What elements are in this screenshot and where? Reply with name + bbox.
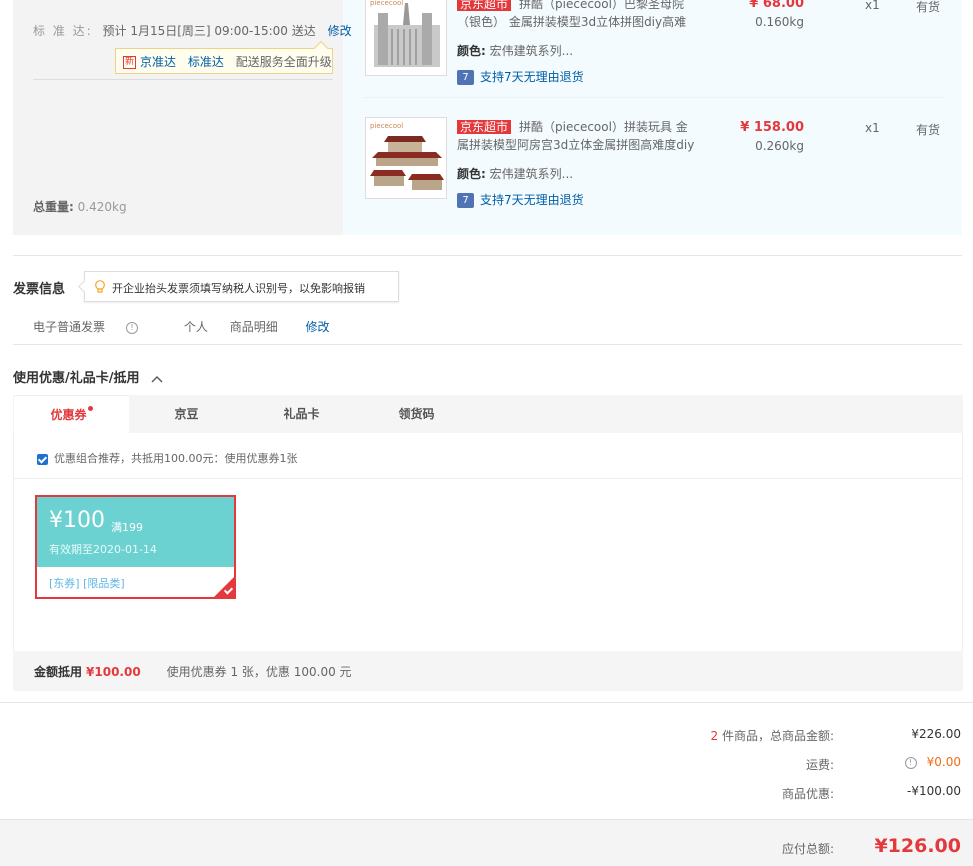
invoice-row: 电子普通发票! 个人 商品明细 修改 [33, 318, 348, 335]
product-qty: x1 [865, 0, 880, 12]
info-icon[interactable]: ! [904, 756, 917, 769]
goods-count-suffix: 件商品，总商品金额: [721, 729, 834, 743]
delivery-upgrade-tip: 新京准达 标准达 配送服务全面升级 [115, 40, 333, 74]
coupon-condition: 满199 [111, 521, 143, 534]
product-stock: 有货 [916, 0, 941, 14]
jzd-link[interactable]: 京准达 [140, 55, 176, 69]
product-image-epang-palace[interactable]: piececool [365, 117, 447, 199]
tab-jingdou[interactable]: 京豆 [129, 395, 244, 433]
coupon-tags: [东券] [限品类] [49, 577, 125, 590]
invoice-type: 电子普通发票! [33, 320, 156, 334]
return-policy[interactable]: 7 支持7天无理由退货 [457, 191, 584, 208]
tab-pickup-code[interactable]: 领货码 [359, 395, 474, 433]
product-title[interactable]: 京东超市 拼酷（piececool）巴黎圣母院（银色） 金属拼装模型3d立体拼图d… [457, 0, 697, 31]
lightbulb-icon [95, 280, 105, 293]
divider [33, 79, 333, 80]
recommend-text: 优惠组合推荐，共抵用100.00元：使用优惠券1张 [54, 452, 298, 465]
weight-value: 0.420kg [77, 200, 127, 214]
invoice-title: 发票信息 [13, 282, 66, 297]
footer-amount: ¥100.00 [86, 665, 141, 679]
invoice-modify-link[interactable]: 修改 [306, 320, 330, 334]
tab-label: 礼品卡 [283, 407, 320, 421]
recommend-checkbox[interactable] [37, 453, 48, 465]
invoice-tip-text: 开企业抬头发票须填写纳税人识别号，以免影响报销 [112, 282, 365, 295]
invoice-type-text: 电子普通发票 [33, 320, 106, 334]
shipping-row: 标 准 达: 预计 1月15日[周三] 09:00-15:00 送达 修改 [33, 22, 352, 39]
attr-label: 颜色: [457, 44, 486, 58]
product-image-notre-dame[interactable]: piececool [365, 0, 447, 76]
weight-label: 总重量: [33, 200, 74, 214]
coupon-card[interactable]: ¥100 满199 有效期至2020-01-14 [东券] [限品类] [35, 495, 236, 599]
divider [0, 702, 973, 703]
product-stock: 有货 [916, 123, 941, 137]
tab-gift-card[interactable]: 礼品卡 [244, 395, 359, 433]
divider [13, 255, 962, 256]
freight-label: 运费: [805, 758, 834, 772]
invoice-holder: 个人 [183, 320, 208, 334]
coupon-amount: ¥100 [49, 508, 105, 533]
coupon-card-header: ¥100 满199 有效期至2020-01-14 [37, 497, 234, 567]
product-attr: 颜色: 宏伟建筑系列... [457, 165, 573, 182]
attr-label: 颜色: [457, 167, 486, 181]
tip-text: 配送服务全面升级 [235, 55, 332, 69]
discount-value: -¥100.00 [907, 784, 961, 798]
freight-value: ¥0.00 [926, 755, 961, 769]
product-attr: 颜色: 宏伟建筑系列... [457, 42, 573, 59]
divider [14, 478, 962, 479]
payable-value: ¥126.00 [874, 835, 961, 857]
bzd-link[interactable]: 标准达 [188, 55, 224, 69]
return-text[interactable]: 支持7天无理由退货 [480, 70, 584, 84]
tab-label: 优惠券 [50, 408, 87, 422]
total-weight: 总重量: 0.420kg [33, 198, 127, 215]
footer-desc: 使用优惠券 1 张，优惠 100.00 元 [166, 665, 352, 679]
jd-supermarket-tag: 京东超市 [457, 120, 512, 134]
invoice-content: 商品明细 [229, 320, 278, 334]
seven-day-return-icon: 7 [457, 70, 474, 85]
coupon-section-title: 使用优惠/礼品卡/抵用 [13, 371, 140, 386]
divider [13, 344, 962, 345]
tab-label: 京豆 [174, 407, 199, 421]
footer-label: 金额抵用 [34, 665, 83, 679]
coupon-expiry: 有效期至2020-01-14 [49, 543, 157, 556]
new-badge-icon: 新 [123, 56, 136, 69]
seven-day-return-icon: 7 [457, 193, 474, 208]
goods-amount: ¥226.00 [911, 727, 961, 741]
product-price: ¥ 158.00 [740, 120, 804, 135]
discount-label: 商品优惠: [781, 787, 834, 801]
return-policy[interactable]: 7 支持7天无理由退货 [457, 68, 584, 85]
attr-value: 宏伟建筑系列... [489, 44, 574, 58]
payable-label: 应付总额: [781, 842, 834, 856]
invoice-tip: 开企业抬头发票须填写纳税人识别号，以免影响报销 [78, 271, 399, 302]
goods-count-label: 2 件商品，总商品金额: [710, 727, 834, 744]
freight-value-row: ! ¥0.00 [902, 755, 961, 769]
divider [363, 97, 944, 98]
coupon-tabs: 优惠券 京豆 礼品卡 领货码 [13, 395, 963, 433]
product-price: ¥ 68.00 [749, 0, 804, 11]
shipping-time: 预计 1月15日[周三] 09:00-15:00 送达 [102, 24, 316, 38]
goods-count: 2 [710, 729, 719, 743]
tab-label: 领货码 [398, 407, 435, 421]
chevron-up-icon [151, 375, 163, 382]
product-weight: 0.160kg [755, 15, 804, 29]
info-icon[interactable]: ! [126, 321, 139, 334]
attr-value: 宏伟建筑系列... [489, 167, 574, 181]
coupon-footer: 金额抵用 ¥100.00 使用优惠券 1 张，优惠 100.00 元 [13, 651, 963, 691]
notification-dot [87, 406, 93, 411]
shipping-label: 标 准 达: [33, 24, 93, 38]
product-title[interactable]: 京东超市 拼酷（piececool）拼装玩具 金属拼装模型阿房宫3d立体金属拼图高… [457, 118, 697, 154]
brand-logo: piececool [370, 0, 403, 7]
product-qty: x1 [865, 121, 880, 135]
coupon-section-toggle[interactable]: 使用优惠/礼品卡/抵用 [13, 367, 164, 386]
brand-logo: piececool [370, 122, 403, 130]
tab-coupon[interactable]: 优惠券 [14, 395, 129, 433]
recommend-row: 优惠组合推荐，共抵用100.00元：使用优惠券1张 [37, 450, 298, 466]
return-text[interactable]: 支持7天无理由退货 [480, 193, 584, 207]
shipping-modify-link[interactable]: 修改 [328, 24, 352, 38]
jd-supermarket-tag: 京东超市 [457, 0, 512, 11]
product-weight: 0.260kg [755, 139, 804, 153]
